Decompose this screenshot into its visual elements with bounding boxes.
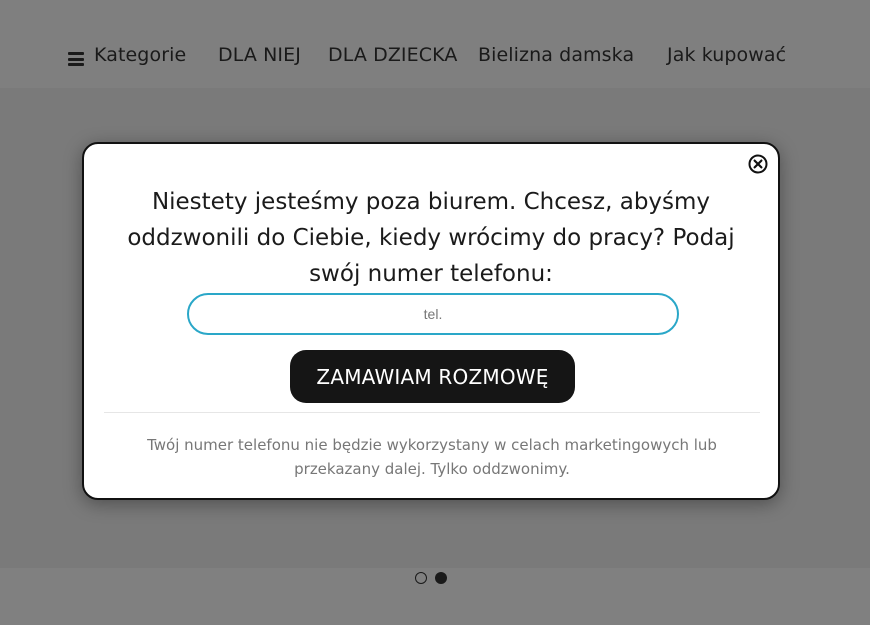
slider-dot-2-active[interactable] [435,572,447,584]
categories-menu-label: Kategorie [94,44,187,66]
hamburger-menu-icon [68,52,84,66]
nav-item-bielizna-damska[interactable]: Bielizna damska [478,44,634,66]
popup-divider [104,412,760,413]
phone-number-input[interactable] [187,293,679,335]
close-circle-icon [748,154,768,174]
privacy-disclaimer: Twój numer telefonu nie będzie wykorzyst… [147,436,717,478]
slider-dot-1[interactable] [415,572,427,584]
top-navigation: Kategorie DLA NIEJ DLA DZIECKA Bielizna … [0,0,870,88]
close-button[interactable] [748,154,768,174]
categories-menu-button[interactable]: Kategorie [68,44,186,66]
nav-item-dla-dziecka[interactable]: DLA DZIECKA [328,44,457,66]
popup-message: Niestety jesteśmy poza biurem. Chcesz, a… [127,189,735,287]
request-callback-button[interactable]: ZAMAWIAM ROZMOWĘ [290,350,575,403]
nav-item-jak-kupowac[interactable]: Jak kupować [667,44,786,66]
callback-popup: Niestety jesteśmy poza biurem. Chcesz, a… [82,142,780,500]
slider-pagination [0,572,870,586]
nav-item-dla-niej[interactable]: DLA NIEJ [218,44,301,66]
